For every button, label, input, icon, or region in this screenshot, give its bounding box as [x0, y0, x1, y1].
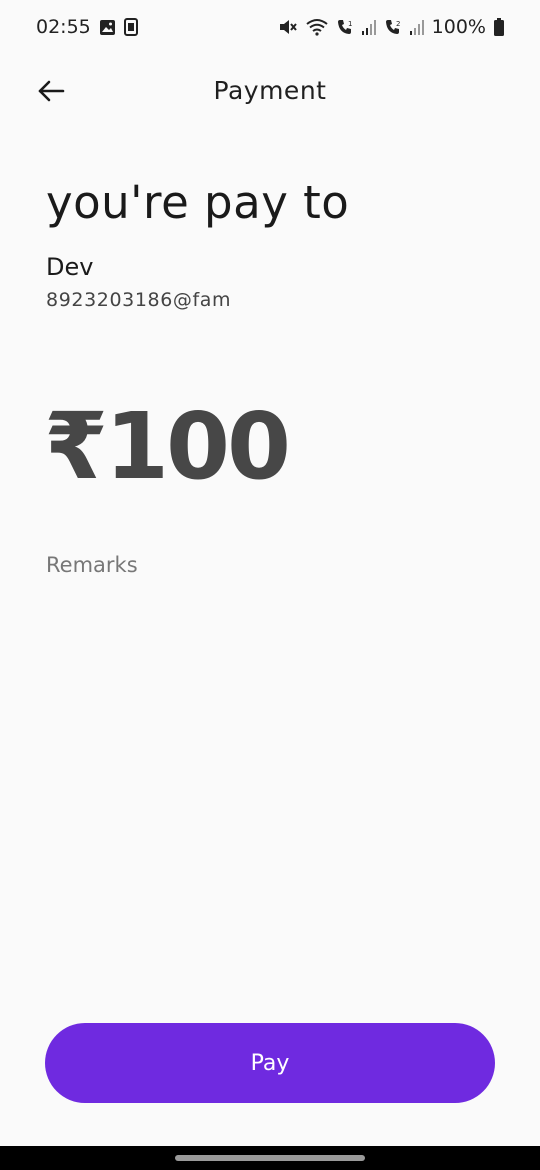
battery-level: 100%	[431, 16, 486, 38]
mute-icon	[278, 18, 298, 36]
svg-text:2: 2	[396, 20, 400, 28]
gallery-icon	[99, 19, 116, 36]
pay-button[interactable]: Pay	[45, 1023, 495, 1103]
signal2-icon	[409, 19, 424, 35]
payment-amount: ₹100	[44, 393, 291, 500]
payee-upi-id: 8923203186@fam	[46, 289, 232, 311]
status-time: 02:55	[36, 16, 91, 38]
status-right: 1 2 100%	[278, 16, 504, 38]
payee-name: Dev	[46, 253, 94, 281]
battery-icon	[494, 18, 504, 36]
navigation-bar	[0, 1146, 540, 1170]
remarks-input[interactable]	[46, 548, 494, 582]
sim-icon	[123, 18, 138, 36]
volte2-icon: 2	[384, 18, 402, 36]
pay-to-heading: you're pay to	[46, 176, 350, 229]
page-title: Payment	[213, 76, 327, 105]
status-bar: 02:55 1 2 100%	[0, 0, 540, 54]
volte1-icon: 1	[336, 18, 354, 36]
status-left: 02:55	[36, 16, 138, 38]
svg-text:1: 1	[348, 20, 352, 28]
wifi-icon	[306, 18, 328, 36]
home-indicator[interactable]	[175, 1155, 365, 1161]
app-bar: Payment	[0, 62, 540, 122]
signal1-icon	[361, 19, 376, 35]
